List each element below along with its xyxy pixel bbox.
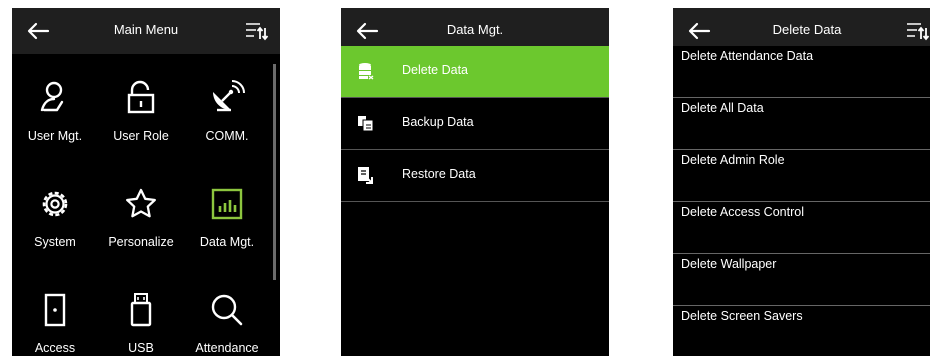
list-item-delete-screen-savers[interactable]: Delete Screen Savers [673,306,930,356]
menu-item-label: System [34,235,76,249]
page-title: Main Menu [113,22,179,37]
database-delete-icon [357,62,375,80]
user-icon [35,78,75,118]
list-item-label: Delete Wallpaper [681,257,777,271]
bar-chart-icon [207,184,247,224]
list-item-label: Delete Admin Role [681,153,785,167]
scrollbar[interactable] [273,64,276,280]
menu-item-system[interactable]: System [12,160,98,266]
usb-drive-icon [121,290,161,330]
menu-item-user-role[interactable]: User Role [98,54,184,160]
search-icon [207,290,247,330]
page-title: Delete Data [772,22,842,37]
list-item-backup-data[interactable]: Backup Data [341,98,609,150]
backup-icon [357,114,375,132]
list-item-delete-data[interactable]: Delete Data [341,46,609,98]
restore-icon [357,166,375,184]
menu-item-label: Access [34,341,76,355]
gear-icon [35,184,75,224]
list-item-label: Backup Data [402,115,474,129]
menu-item-data-mgt[interactable]: Data Mgt. [184,160,270,266]
list-item-delete-attendance-data[interactable]: Delete Attendance Data [673,46,930,98]
list-item-label: Delete Access Control [681,205,804,219]
satellite-dish-icon [207,78,247,118]
list-item-delete-access-control[interactable]: Delete Access Control [673,202,930,254]
lock-icon [121,78,161,118]
list-item-label: Delete All Data [681,101,764,115]
menu-item-personalize[interactable]: Personalize [98,160,184,266]
list-item-restore-data[interactable]: Restore Data [341,150,609,202]
divider [341,97,609,98]
menu-item-access[interactable]: Access [12,266,98,356]
menu-item-usb[interactable]: USB [98,266,184,356]
list-item-label: Delete Data [402,63,469,77]
menu-item-label: COMM. [205,129,249,143]
menu-item-attendance[interactable]: Attendance [184,266,270,356]
main-menu-screen: Main Menu User Mgt. User Role COMM. Syst… [12,8,280,356]
menu-item-comm[interactable]: COMM. [184,54,270,160]
title-bar: Main Menu [12,8,280,54]
sort-menu-icon[interactable] [244,19,270,43]
door-icon [35,290,75,330]
list-item-delete-wallpaper[interactable]: Delete Wallpaper [673,254,930,306]
list-item-delete-admin-role[interactable]: Delete Admin Role [673,150,930,202]
divider [341,201,609,202]
data-mgt-screen: Data Mgt. Delete Data Backup Data Restor… [341,8,609,356]
sort-menu-icon[interactable] [905,19,930,43]
list-item-label: Delete Screen Savers [681,309,803,323]
menu-item-label: User Mgt. [27,129,83,143]
star-icon [121,184,161,224]
menu-item-user-mgt[interactable]: User Mgt. [12,54,98,160]
list-item-label: Delete Attendance Data [681,49,814,63]
menu-item-label: USB [128,341,154,355]
title-bar: Delete Data [673,8,930,46]
menu-item-label: Personalize [108,235,174,249]
menu-item-label: Data Mgt. [199,235,255,249]
menu-item-label: Attendance [195,341,259,355]
list-item-delete-all-data[interactable]: Delete All Data [673,98,930,150]
list-item-label: Restore Data [402,167,476,181]
menu-item-label: User Role [113,129,169,143]
menu-grid: User Mgt. User Role COMM. System Persona… [12,54,270,356]
page-title: Data Mgt. [446,22,504,37]
delete-data-screen: Delete Data Delete Attendance Data Delet… [673,8,930,356]
